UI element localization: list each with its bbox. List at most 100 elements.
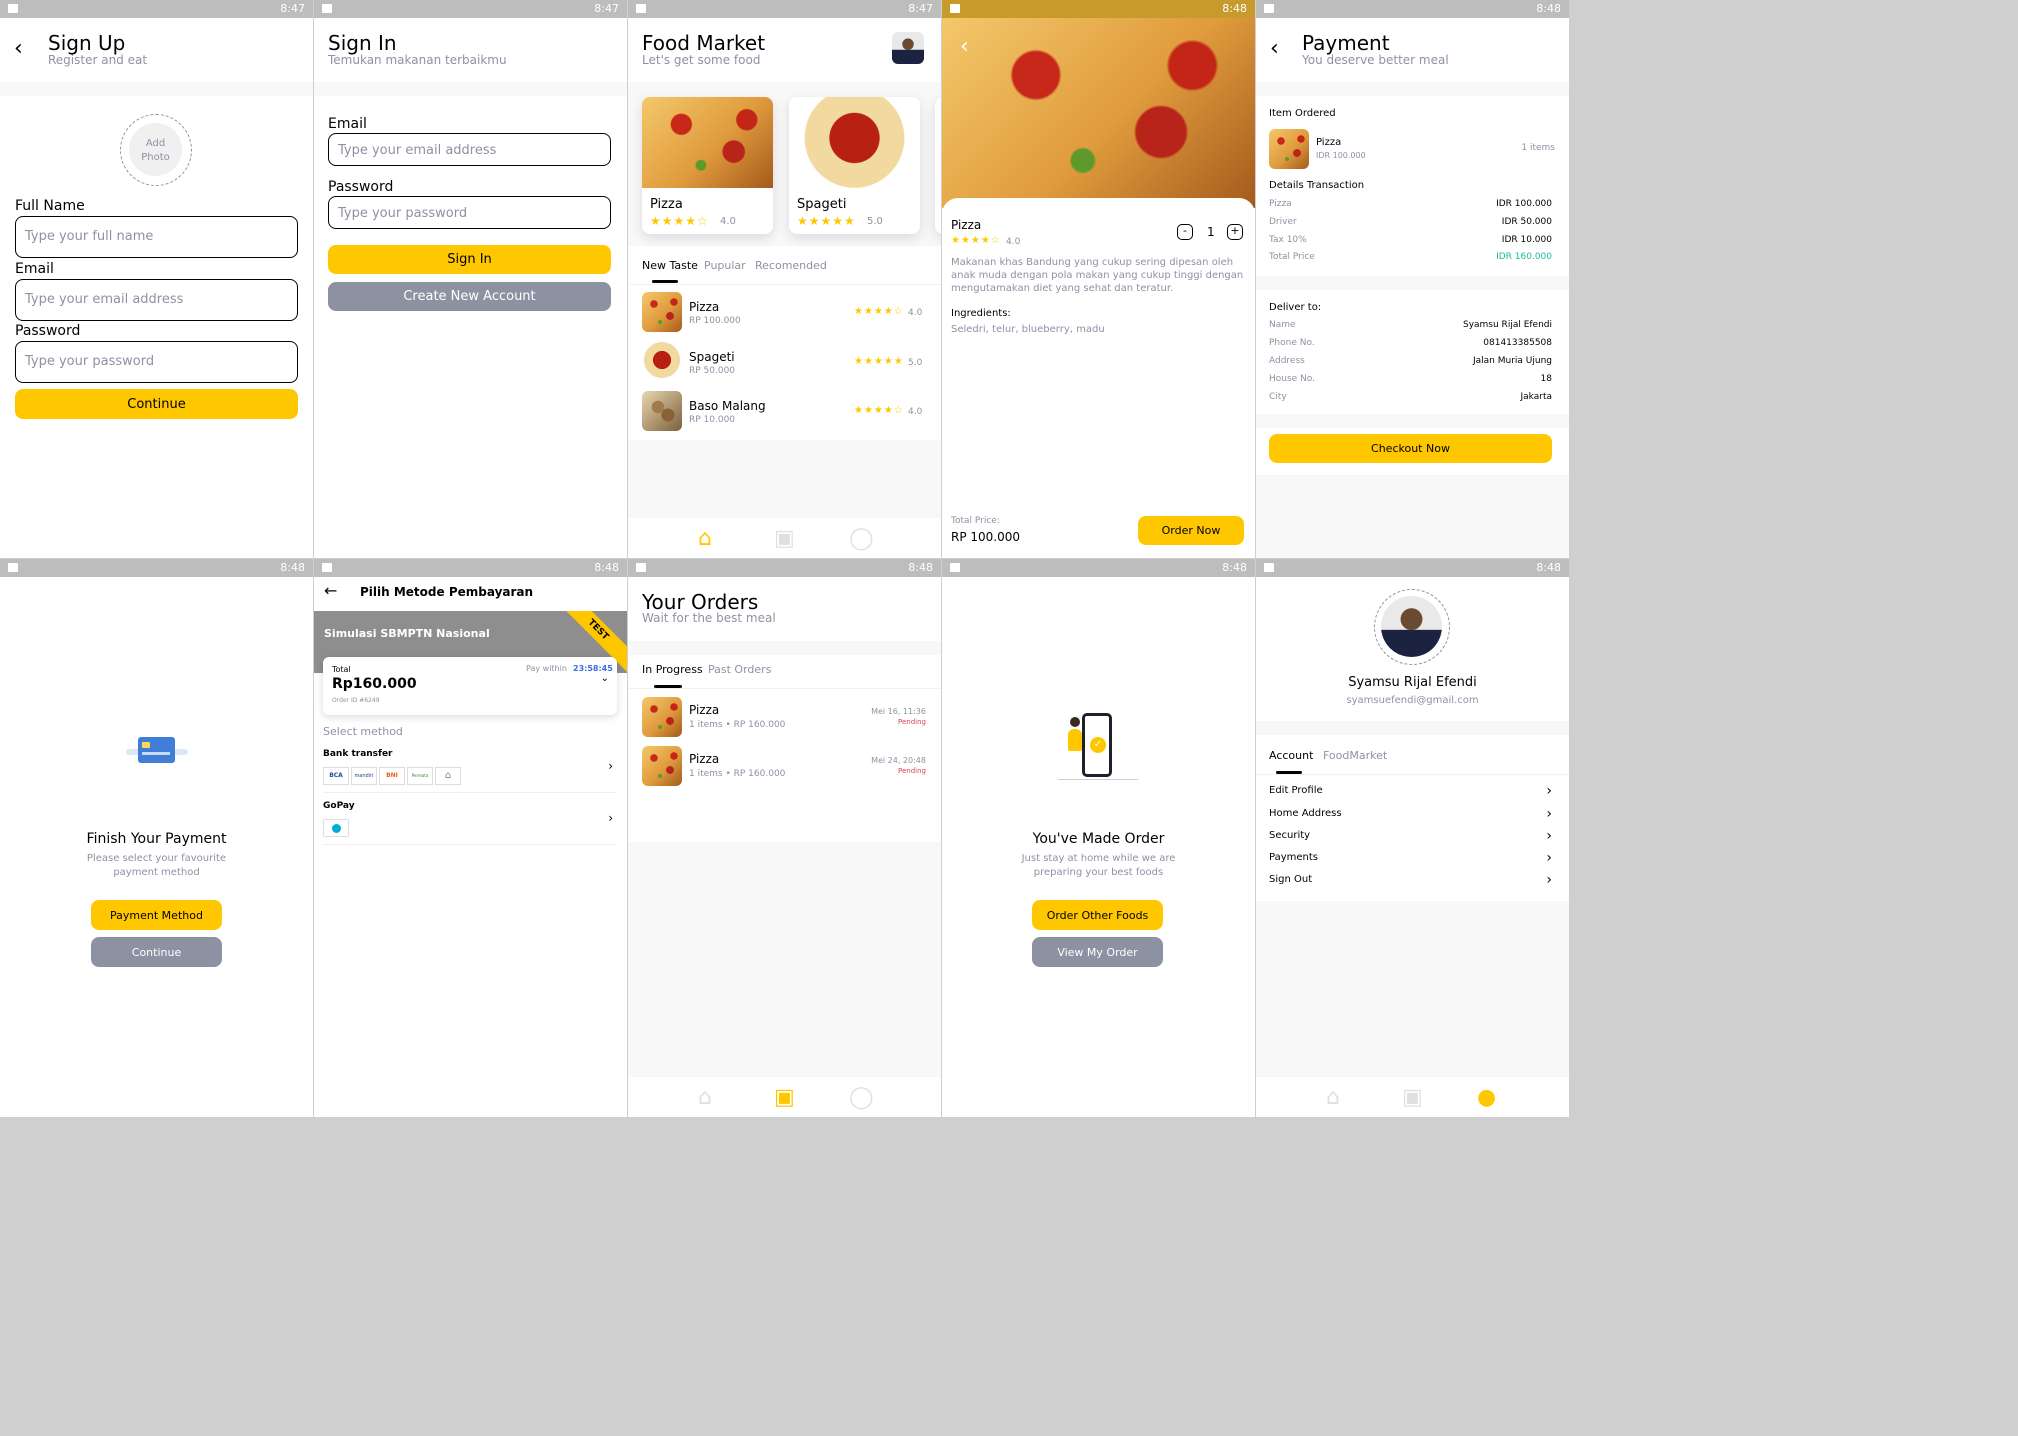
signin-button[interactable]: Sign In [328,245,611,274]
tab-account[interactable]: Account [1269,749,1313,762]
home-nav-icon[interactable]: ⌂ [698,1085,712,1110]
create-account-button[interactable]: Create New Account [328,282,611,311]
back-arrow-icon[interactable]: ‹ [14,36,23,61]
back-arrow-icon[interactable]: ‹ [1270,36,1279,61]
notification-icon [8,4,18,13]
list-item[interactable]: Baso Malang RP 10.000 ★★★★☆ 4.0 [642,391,928,431]
add-photo-button[interactable]: Add Photo [120,114,192,186]
tab-popular[interactable]: Pupular [704,259,746,272]
order-other-foods-button[interactable]: Order Other Foods [1032,900,1163,930]
rating-stars: ★★★★★ [854,356,904,367]
deliver-row: House No. 18 [1269,374,1552,388]
pay-within-label: Pay within [526,664,567,673]
phone-order-illustration: ✓ [1058,711,1138,783]
minus-button[interactable]: - [1177,224,1193,240]
home-nav-icon[interactable]: ⌂ [1326,1085,1340,1110]
spageti-image [789,97,920,188]
menu-item-sign-out[interactable]: Sign Out › [1269,872,1552,892]
gopay-label: GoPay [323,801,355,811]
email-input[interactable]: Type your email address [328,133,611,166]
list-item[interactable]: Pizza RP 100.000 ★★★★☆ 4.0 [642,292,928,332]
tab-foodmarket[interactable]: FoodMarket [1323,749,1387,762]
profile-nav-icon[interactable]: ● [1477,1085,1496,1110]
row-label: Name [1269,320,1296,330]
tab-new-taste[interactable]: New Taste [642,259,698,272]
password-input[interactable]: Type your password [328,196,611,229]
food-name: Spageti [689,350,735,364]
row-label: Total Price [1269,252,1315,262]
bank-name: BNI [386,772,398,779]
order-item[interactable]: Pizza 1 items • RP 160.000 Mei 24, 20:48… [642,746,928,786]
chevron-right-icon: › [1546,872,1552,888]
deliver-row: Address Jalan Muria Ujung [1269,356,1552,370]
order-info: 1 items • RP 160.000 [689,720,786,730]
menu-item-payments[interactable]: Payments › [1269,850,1552,870]
chevron-right-icon: › [608,759,613,773]
orders-nav-icon[interactable]: ▣ [774,526,795,551]
email-input[interactable]: Type your email address [15,279,298,321]
orders-nav-icon[interactable]: ▣ [774,1085,795,1110]
total-card[interactable]: Total Pay within 23:58:45 Rp160.000 Orde… [323,657,617,715]
featured-card-partial[interactable] [935,97,941,234]
notification-icon [322,563,332,572]
tab-in-progress[interactable]: In Progress [642,663,703,676]
back-arrow-icon[interactable]: ‹ [960,34,969,59]
menu-item-home-address[interactable]: Home Address › [1269,806,1552,826]
continue-button[interactable]: Continue [91,937,222,967]
gopay-option[interactable]: GoPay › [323,799,617,845]
checkout-now-button[interactable]: Checkout Now [1269,434,1552,463]
fullname-input[interactable]: Type your full name [15,216,298,258]
password-input[interactable]: Type your password [15,341,298,383]
order-now-button[interactable]: Order Now [1138,516,1244,545]
order-status: Pending [898,718,926,726]
bank-logo-bca: BCA [323,767,349,785]
password-label: Password [15,323,81,339]
status-bar: 8:48 [942,0,1255,18]
tab-recommended[interactable]: Recomended [755,259,827,272]
plus-icon: + [1230,224,1240,237]
menu-item-security[interactable]: Security › [1269,828,1552,848]
list-item[interactable]: Spageti RP 50.000 ★★★★★ 5.0 [642,342,928,382]
notification-icon [322,4,332,13]
order-id: Order ID #6249 [332,697,380,704]
chevron-down-icon[interactable]: ⌄ [601,673,609,684]
bottom-nav: ⌂ ▣ ● [1256,1077,1569,1117]
rating-value: 4.0 [908,407,923,417]
page-title: Pilih Metode Pembayaran [360,585,534,599]
order-item[interactable]: Pizza 1 items • RP 160.000 Mei 16, 11:36… [642,697,928,737]
featured-card-spageti[interactable]: Spageti ★★★★★ 5.0 [789,97,920,234]
orders-nav-icon[interactable]: ▣ [1402,1085,1423,1110]
plus-button[interactable]: + [1227,224,1243,240]
status-bar: 8:48 [1256,559,1569,577]
back-arrow-icon[interactable]: ← [324,581,337,600]
tab-past-orders[interactable]: Past Orders [708,663,771,676]
food-name: Pizza [951,218,982,232]
signup-screen: 8:47 ‹ Sign Up Register and eat Add Phot… [0,0,313,558]
row-label: Address [1269,356,1305,366]
tab-divider [628,284,941,285]
featured-card-pizza[interactable]: Pizza ★★★★☆ 4.0 [642,97,773,234]
amount: Rp160.000 [332,676,417,692]
continue-button[interactable]: Continue [15,389,298,419]
profile-nav-icon[interactable]: ◯ [849,1085,874,1110]
notification-icon [950,4,960,13]
user-avatar[interactable] [1381,596,1442,657]
home-nav-icon[interactable]: ⌂ [698,526,712,551]
view-my-order-button[interactable]: View My Order [1032,937,1163,967]
payment-method-button[interactable]: Payment Method [91,900,222,930]
row-value: Syamsu Rijal Efendi [1462,320,1552,330]
bank-transfer-option[interactable]: Bank transfer BCA mandiri BNI Permata ⌂ … [323,747,617,793]
food-name: Spageti [797,197,847,212]
quantity-value: 1 [1207,225,1215,239]
food-thumbnail [642,292,682,332]
divider [1256,414,1569,428]
divider [1256,276,1569,290]
notification-icon [8,563,18,572]
menu-item-edit-profile[interactable]: Edit Profile › [1269,783,1552,803]
divider [1256,721,1569,735]
row-label: Driver [1269,217,1297,227]
profile-nav-icon[interactable]: ◯ [849,526,874,551]
user-avatar[interactable] [892,32,924,64]
order-success-screen: 8:48 ✓ You've Made Order Just stay at ho… [942,559,1255,1117]
notification-icon [636,4,646,13]
